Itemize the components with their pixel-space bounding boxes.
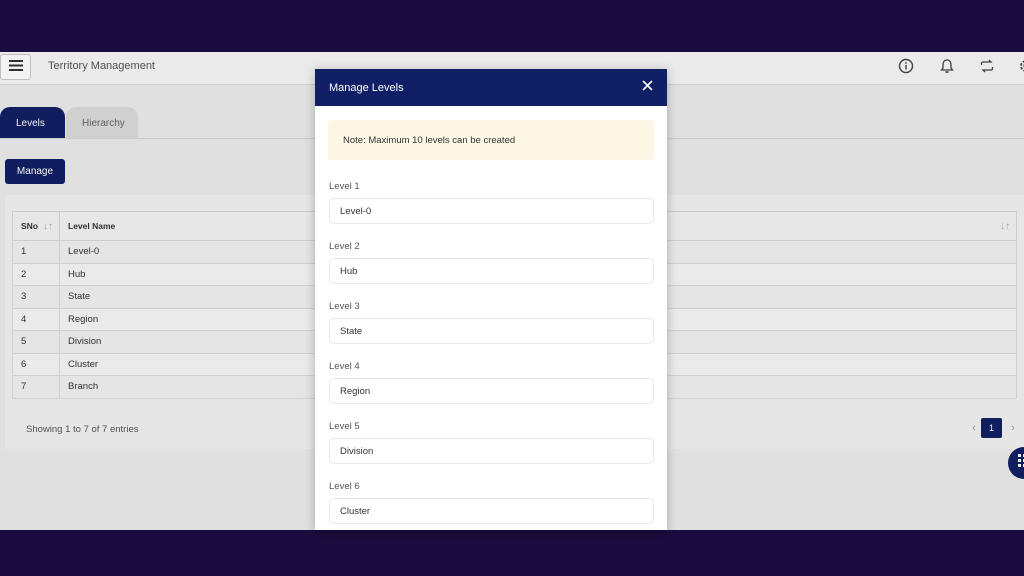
close-icon [641,78,653,96]
manage-levels-modal: Manage Levels Note: Maximum 10 levels ca… [315,69,667,530]
level-6-label: Level 6 [329,481,360,492]
level-1-input[interactable] [329,198,654,224]
note-banner: Note: Maximum 10 levels can be created [328,120,654,160]
level-5-input[interactable] [329,438,654,464]
level-5-label: Level 5 [329,421,360,432]
level-4-input[interactable] [329,378,654,404]
modal-title: Manage Levels [329,81,404,94]
level-4-label: Level 4 [329,361,360,372]
close-button[interactable] [639,79,655,95]
level-6-input[interactable] [329,498,654,524]
modal-header: Manage Levels [315,69,667,106]
level-1-label: Level 1 [329,181,360,192]
level-3-label: Level 3 [329,301,360,312]
level-2-label: Level 2 [329,241,360,252]
level-2-input[interactable] [329,258,654,284]
level-3-input[interactable] [329,318,654,344]
